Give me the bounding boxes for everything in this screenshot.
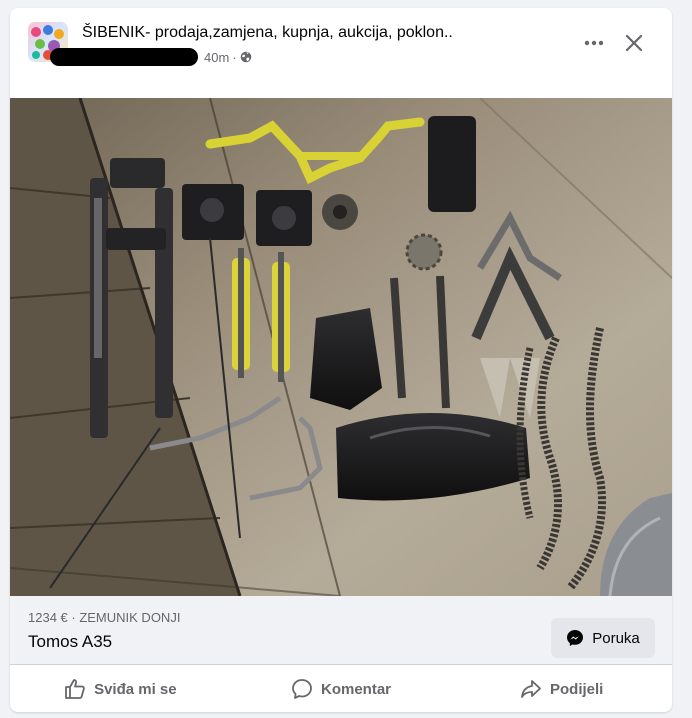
share-button[interactable]: Podijeli: [451, 665, 672, 712]
listing-info: 1234 € · ZEMUNIK DONJI Tomos A35 Poruka: [10, 596, 672, 672]
like-label: Sviđa mi se: [94, 680, 177, 698]
listing-photo[interactable]: [10, 98, 672, 596]
globe-icon: [240, 51, 251, 63]
share-label: Podijeli: [550, 680, 604, 698]
close-icon: [625, 34, 643, 52]
messenger-icon: [567, 630, 584, 646]
comment-label: Komentar: [321, 680, 392, 698]
post-meta: 40m ·: [50, 46, 252, 68]
comment-bubble-icon: [292, 679, 312, 699]
marketplace-post-card: ŠIBENIK- prodaja,zamjena, kupnja, aukcij…: [10, 8, 672, 712]
post-actions-bar: Sviđa mi se Komentar Podijeli: [10, 664, 672, 712]
hide-post-button[interactable]: [616, 26, 652, 60]
message-button-label: Poruka: [592, 629, 640, 647]
price-and-location: 1234 € · ZEMUNIK DONJI: [28, 610, 181, 625]
listing-title[interactable]: Tomos A35: [28, 632, 112, 652]
group-name-link[interactable]: ŠIBENIK- prodaja,zamjena, kupnja, aukcij…: [82, 24, 453, 42]
like-button[interactable]: Sviđa mi se: [10, 665, 231, 712]
thumbs-up-icon: [65, 679, 85, 699]
post-timestamp[interactable]: 40m: [204, 50, 229, 65]
more-options-button[interactable]: [576, 28, 612, 58]
comment-button[interactable]: Komentar: [231, 665, 452, 712]
more-dots-icon: [584, 40, 604, 46]
share-arrow-icon: [521, 680, 541, 698]
motorcycle-parts-image: [10, 98, 672, 596]
post-header: ŠIBENIK- prodaja,zamjena, kupnja, aukcij…: [10, 8, 672, 98]
message-seller-button[interactable]: Poruka: [551, 618, 655, 658]
meta-separator: ·: [232, 49, 237, 65]
redacted-author-name: [50, 48, 198, 66]
